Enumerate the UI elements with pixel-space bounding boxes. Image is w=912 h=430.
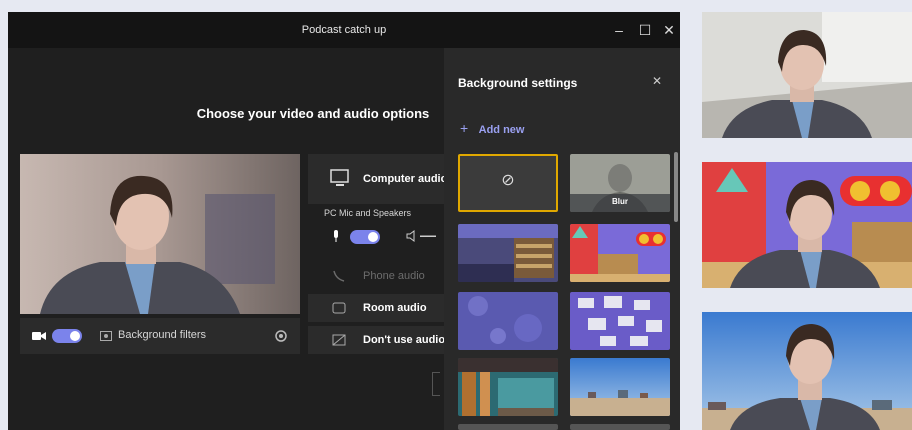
colorful-room-background-image	[570, 224, 670, 282]
phone-audio-label: Phone audio	[363, 270, 425, 282]
background-option-sticky-notes[interactable]	[570, 292, 670, 350]
video-preview-image	[20, 154, 300, 314]
library-background-image	[458, 224, 558, 282]
plus-icon: +	[460, 120, 469, 136]
room-audio-label: Room audio	[363, 302, 427, 314]
background-option-purple-sky[interactable]	[458, 292, 558, 350]
computer-audio-label: Computer audio	[363, 173, 448, 185]
close-window-button[interactable]: ✕	[654, 12, 680, 48]
dont-use-audio-label: Don't use audio	[363, 334, 446, 346]
page-title: Choose your video and audio options	[196, 106, 430, 121]
desert-example-image	[702, 312, 912, 430]
background-settings-title: Background settings	[458, 76, 578, 90]
no-audio-icon	[332, 334, 346, 346]
audio-device-label: PC Mic and Speakers	[324, 208, 412, 218]
close-panel-button[interactable]: ✕	[652, 74, 662, 88]
phone-audio-option[interactable]: Phone audio	[308, 258, 448, 294]
room-audio-icon	[332, 302, 346, 314]
computer-audio-option[interactable]: Computer audio	[308, 154, 448, 204]
background-filters-icon	[100, 331, 112, 341]
loft-background-image	[458, 358, 558, 416]
video-controls-bar: Background filters	[20, 318, 300, 354]
desert-background-image	[570, 358, 670, 416]
background-option-desert[interactable]	[570, 358, 670, 416]
background-option-more-2[interactable]	[570, 424, 670, 430]
add-new-button[interactable]: + Add new	[460, 120, 524, 138]
speaker-volume-icon[interactable]	[406, 230, 436, 242]
no-background-icon: ⊘	[501, 172, 515, 189]
join-button-edge[interactable]	[432, 372, 440, 396]
dont-use-audio-option[interactable]: Don't use audio	[308, 326, 448, 354]
background-filters-button[interactable]: Background filters	[118, 329, 206, 341]
colorful-room-example-image	[702, 162, 912, 288]
window-title: Podcast catch up	[301, 24, 387, 36]
sticky-notes-background-image	[570, 292, 670, 350]
panel-scrollbar[interactable]	[674, 152, 678, 222]
camera-icon	[32, 332, 46, 340]
example-desert-background	[702, 312, 912, 430]
background-option-loft[interactable]	[458, 358, 558, 416]
background-blur-option[interactable]: Blur	[570, 154, 670, 212]
phone-icon	[333, 270, 345, 282]
room-audio-option[interactable]: Room audio	[308, 294, 448, 322]
blur-label: Blur	[612, 197, 628, 206]
computer-audio-icon	[330, 169, 349, 186]
camera-toggle[interactable]	[52, 329, 82, 343]
purple-sky-background-image	[458, 292, 558, 350]
background-option-more-1[interactable]	[458, 424, 558, 430]
microphone-toggle[interactable]	[350, 230, 380, 244]
microphone-icon	[334, 230, 338, 242]
office-background-image	[702, 12, 912, 138]
background-none-option[interactable]: ⊘	[458, 154, 558, 212]
example-office-background	[702, 12, 912, 138]
example-colorful-room-background	[702, 162, 912, 288]
background-settings-panel: Background settings ✕ + Add new ⊘ Blur	[444, 48, 680, 430]
device-settings-icon[interactable]	[274, 329, 288, 343]
background-option-colorful-room[interactable]	[570, 224, 670, 282]
background-option-library[interactable]	[458, 224, 558, 282]
teams-prejoin-window: Podcast catch up – ☐ ✕ Choose your video…	[8, 12, 680, 430]
video-preview	[20, 154, 300, 314]
add-new-label: Add new	[478, 124, 525, 136]
title-bar: Podcast catch up – ☐ ✕	[8, 12, 680, 48]
